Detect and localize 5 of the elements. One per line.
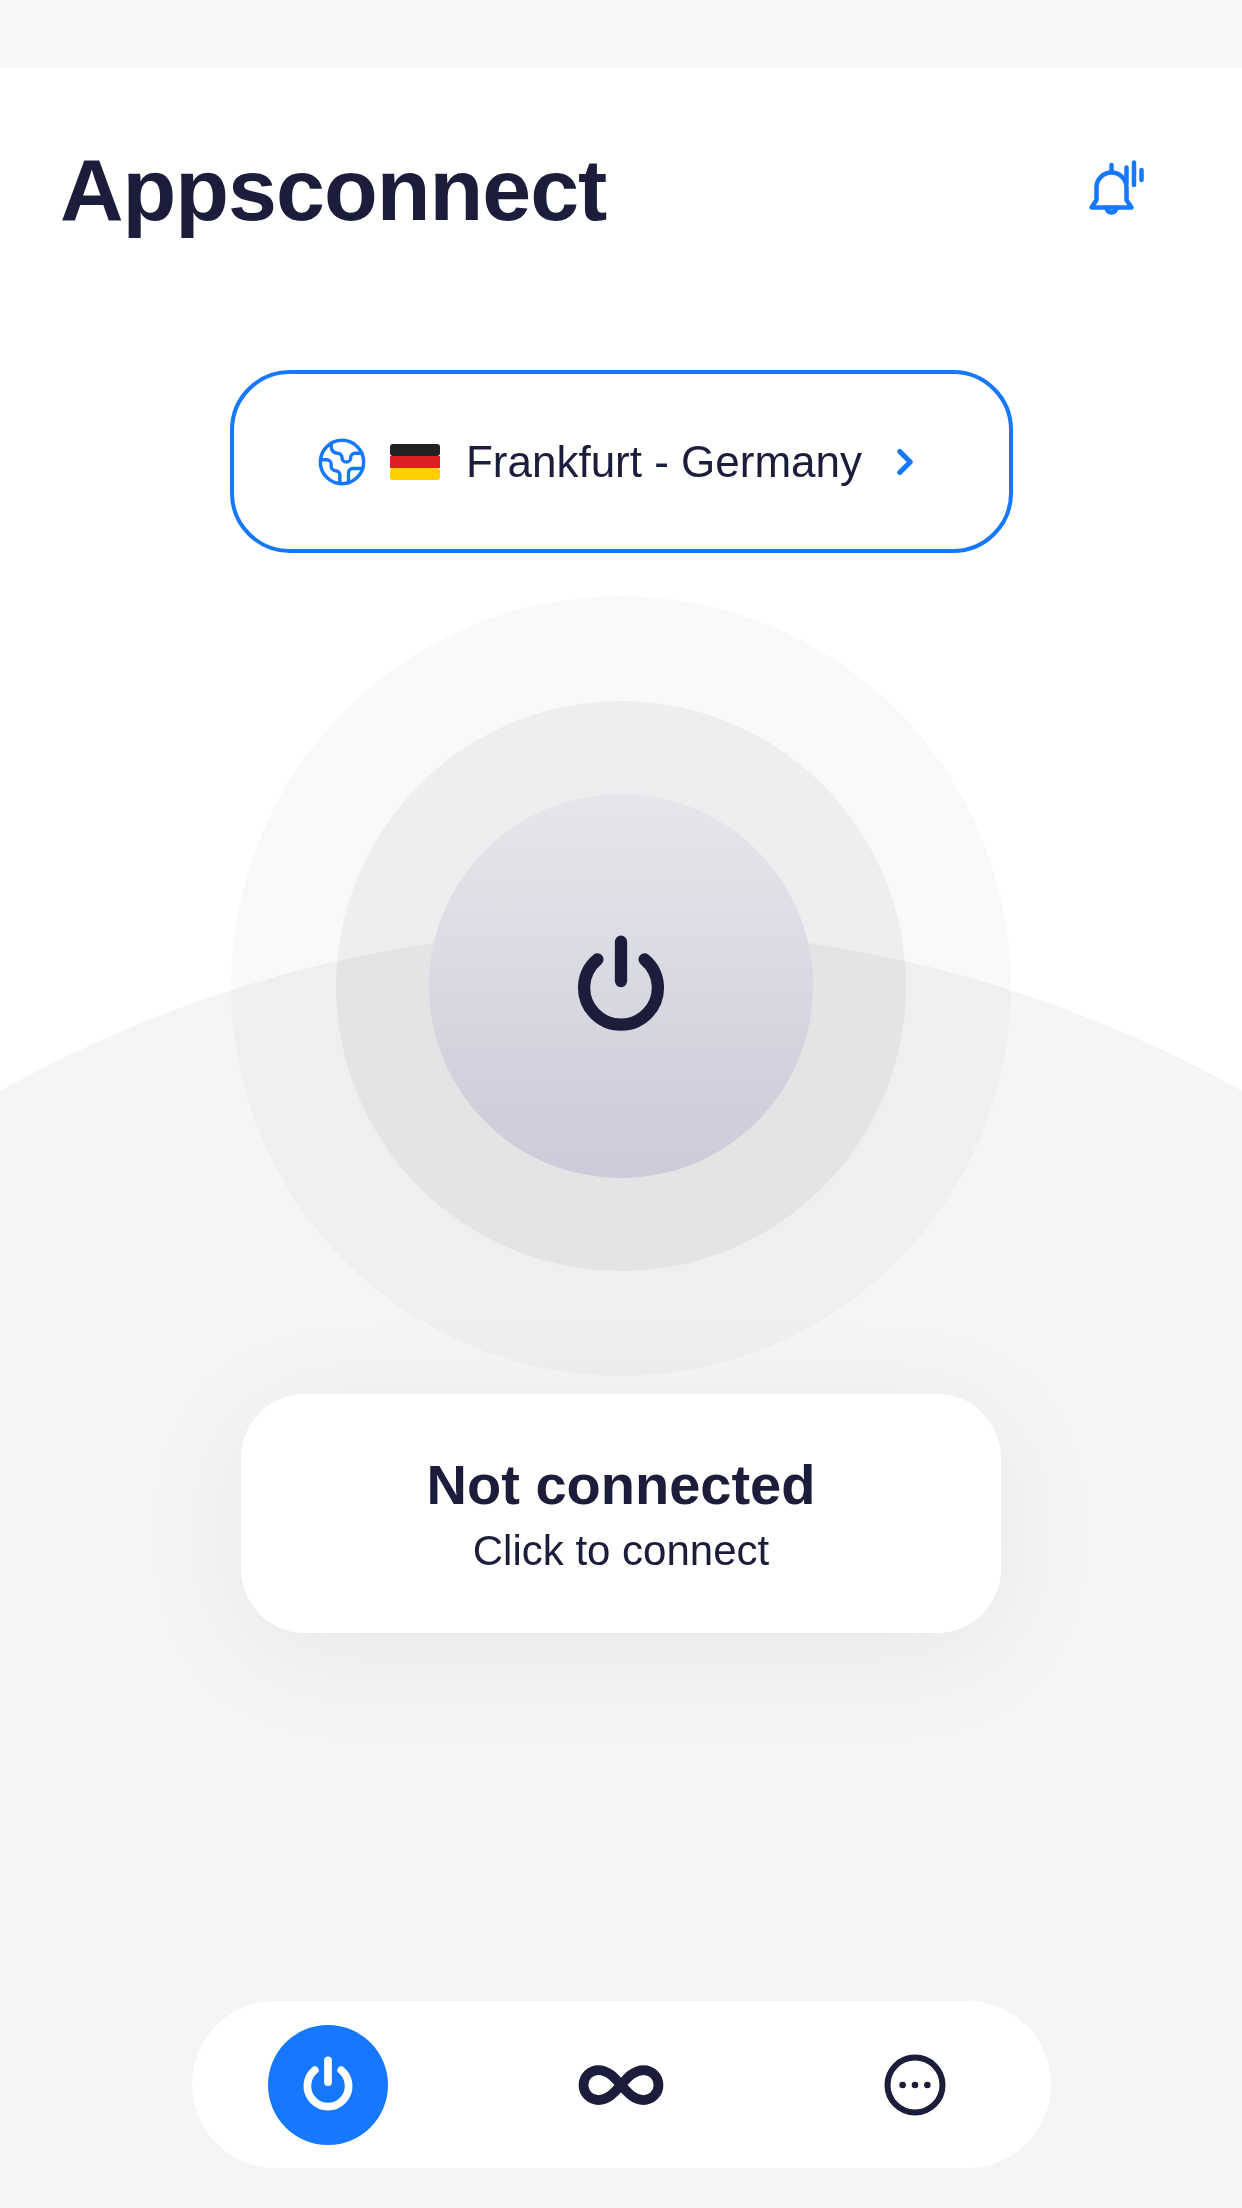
location-selector[interactable]: Frankfurt - Germany (229, 370, 1013, 553)
app-title: Appsconnect (60, 139, 607, 241)
status-subtitle: Click to connect (472, 1527, 770, 1575)
status-title: Not connected (426, 1452, 816, 1517)
germany-flag-icon (389, 443, 440, 480)
